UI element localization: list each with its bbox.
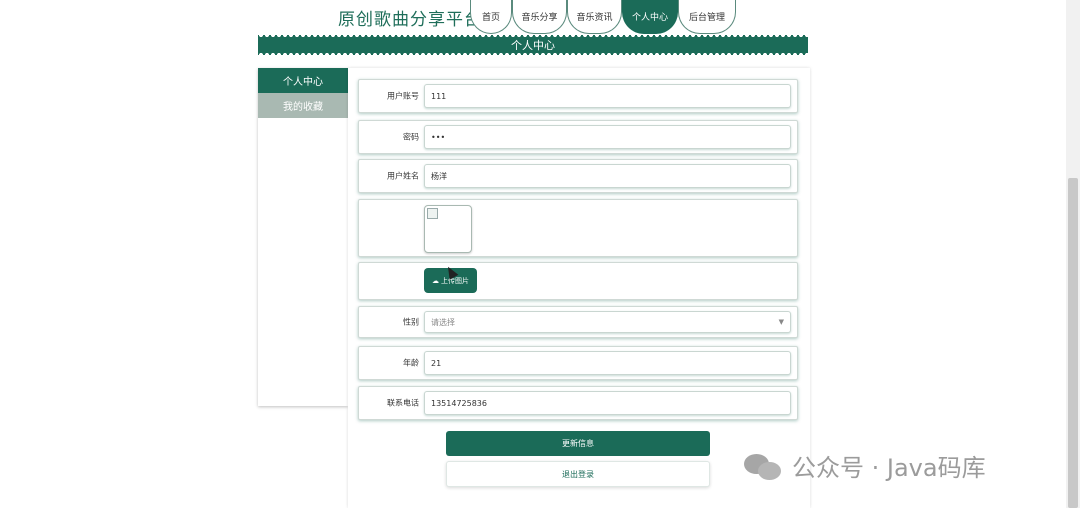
sidebar: 个人中心 我的收藏 — [258, 68, 348, 406]
age-label: 年龄 — [403, 358, 419, 368]
watermark: 公众号 · Java码库 — [744, 448, 986, 483]
nav-tab-admin[interactable]: 后台管理 — [678, 0, 736, 34]
form-row-password: 密码 ••• — [358, 120, 798, 154]
chevron-down-icon: ▼ — [778, 318, 784, 326]
banner-title: 个人中心 — [511, 39, 555, 52]
site-title: 原创歌曲分享平台 — [338, 10, 482, 30]
gender-label: 性别 — [403, 317, 419, 327]
form-row-upload: ☁ 上传图片 — [358, 262, 798, 300]
sidebar-item-favorites[interactable]: 我的收藏 — [258, 93, 348, 118]
page-scrollbar[interactable] — [1066, 0, 1080, 508]
form-row-age: 年龄 21 — [358, 346, 798, 380]
cloud-upload-icon: ☁ — [432, 276, 439, 285]
age-input[interactable]: 21 — [424, 351, 791, 375]
form-row-avatar — [358, 199, 798, 257]
nav-tab-personal-center[interactable]: 个人中心 — [622, 0, 678, 34]
name-input[interactable]: 杨洋 — [424, 164, 791, 188]
form-row-account: 用户账号 111 — [358, 79, 798, 113]
form-row-name: 用户姓名 杨洋 — [358, 159, 798, 193]
name-label: 用户姓名 — [387, 171, 419, 181]
logout-button[interactable]: 退出登录 — [446, 461, 710, 487]
upload-button-label: 上传图片 — [441, 276, 469, 285]
sidebar-item-personal-center[interactable]: 个人中心 — [258, 68, 348, 93]
gender-placeholder: 请选择 — [431, 317, 455, 327]
nav-tab-music-share[interactable]: 音乐分享 — [512, 0, 567, 34]
password-input[interactable]: ••• — [424, 125, 791, 149]
broken-image-icon — [427, 208, 438, 219]
nav-tab-music-news[interactable]: 音乐资讯 — [567, 0, 622, 34]
nav-tab-home[interactable]: 首页 — [470, 0, 512, 34]
form-row-gender: 性别 请选择 ▼ — [358, 306, 798, 338]
password-label: 密码 — [403, 132, 419, 142]
update-info-button[interactable]: 更新信息 — [446, 431, 710, 456]
scrollbar-thumb[interactable] — [1068, 178, 1078, 508]
phone-input[interactable]: 13514725836 — [424, 391, 791, 415]
account-label: 用户账号 — [387, 91, 419, 101]
page-banner: 个人中心 — [258, 35, 808, 55]
profile-form-panel: 用户账号 111 密码 ••• 用户姓名 杨洋 ☁ 上传图片 性别 请选择 ▼ … — [348, 68, 810, 508]
form-row-phone: 联系电话 13514725836 — [358, 386, 798, 420]
gender-select[interactable]: 请选择 ▼ — [424, 311, 791, 333]
watermark-text: 公众号 · Java码库 — [792, 454, 986, 482]
avatar-preview — [424, 205, 472, 253]
phone-label: 联系电话 — [387, 398, 419, 408]
account-input[interactable]: 111 — [424, 84, 791, 108]
wechat-icon — [744, 451, 784, 481]
